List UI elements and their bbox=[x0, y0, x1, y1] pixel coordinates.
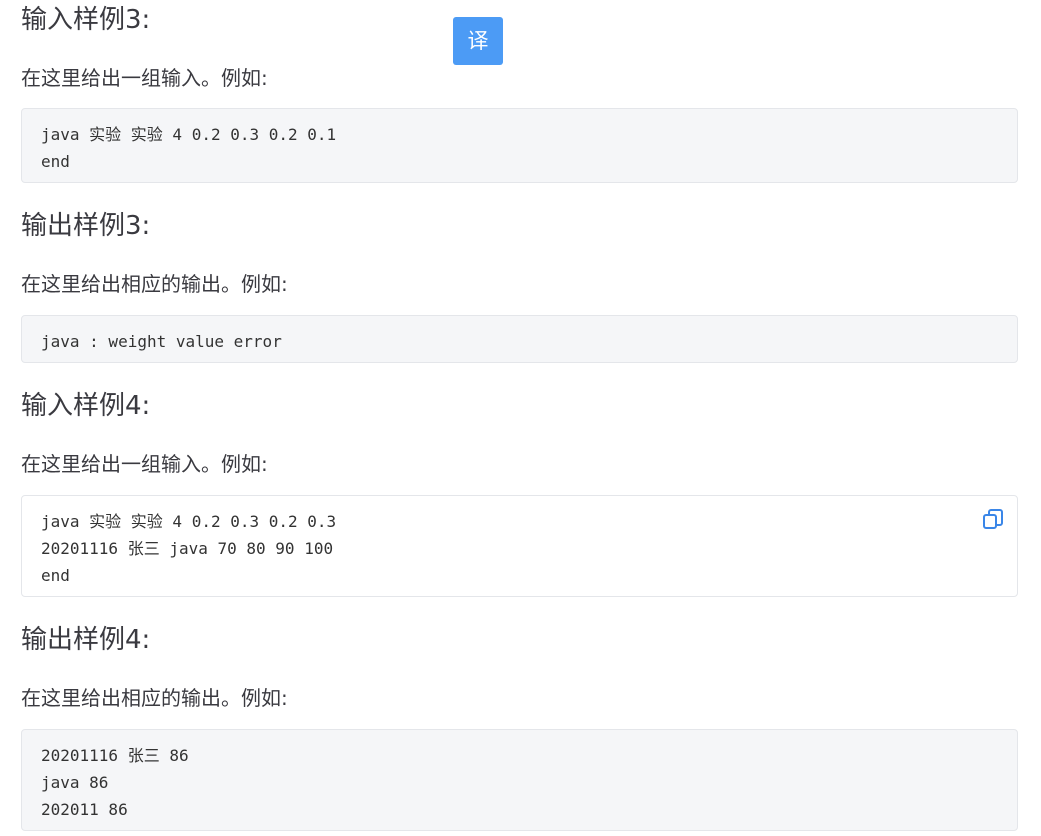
code-line: 20201116 张三 86 bbox=[41, 746, 189, 765]
section-heading-output-4: 输出样例4: bbox=[21, 625, 151, 655]
section-description-input-4: 在这里给出一组输入。例如: bbox=[21, 452, 268, 476]
section-heading-input-3: 输入样例3: bbox=[21, 5, 151, 35]
code-block-input-3: java 实验 实验 4 0.2 0.3 0.2 0.1 end bbox=[21, 108, 1018, 183]
copy-icon[interactable] bbox=[981, 507, 1005, 531]
section-heading-input-4: 输入样例4: bbox=[21, 391, 151, 421]
code-block-output-3: java : weight value error bbox=[21, 315, 1018, 363]
translate-button[interactable]: 译 bbox=[453, 17, 503, 65]
code-line: 202011 86 bbox=[41, 800, 128, 819]
section-description-output-3: 在这里给出相应的输出。例如: bbox=[21, 272, 288, 296]
section-description-input-3: 在这里给出一组输入。例如: bbox=[21, 66, 268, 90]
code-line: java 86 bbox=[41, 773, 109, 792]
section-description-output-4: 在这里给出相应的输出。例如: bbox=[21, 686, 288, 710]
code-line: java : weight value error bbox=[41, 332, 282, 351]
code-line: java 实验 实验 4 0.2 0.3 0.2 0.3 bbox=[41, 512, 337, 531]
code-line: end bbox=[41, 152, 70, 171]
code-block-output-4: 20201116 张三 86 java 86 202011 86 bbox=[21, 729, 1018, 831]
code-block-input-4: java 实验 实验 4 0.2 0.3 0.2 0.3 20201116 张三… bbox=[21, 495, 1018, 597]
section-heading-output-3: 输出样例3: bbox=[21, 211, 151, 241]
code-line: java 实验 实验 4 0.2 0.3 0.2 0.1 bbox=[41, 125, 337, 144]
code-line: 20201116 张三 java 70 80 90 100 bbox=[41, 539, 334, 558]
code-line: end bbox=[41, 566, 70, 585]
